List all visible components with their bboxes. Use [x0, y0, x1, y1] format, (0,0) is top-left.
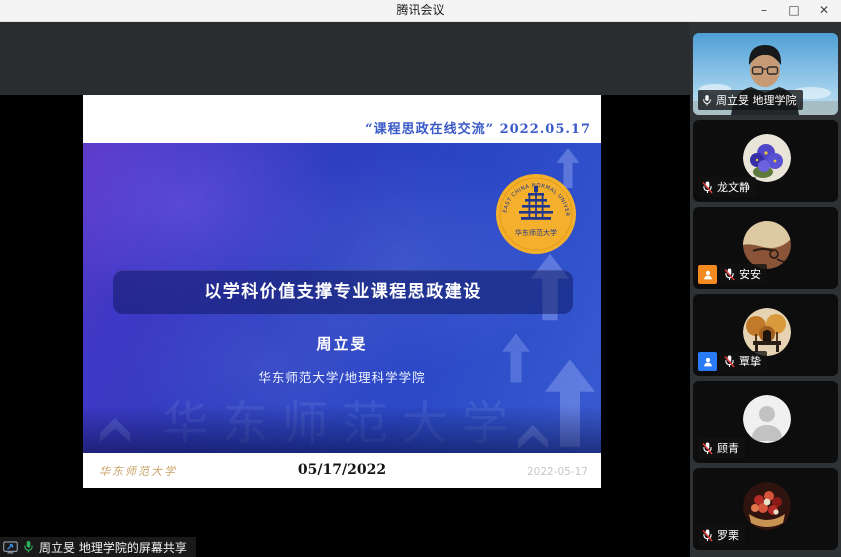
participant-tile[interactable]: 覃挚	[693, 294, 838, 376]
presentation-slide: “课程思政在线交流” 2022.05.17	[83, 95, 601, 488]
participant-name-badge: 周立旻 地理学院	[698, 90, 803, 110]
participant-tile[interactable]: 安安	[693, 207, 838, 289]
minimize-icon[interactable]: –	[753, 0, 775, 22]
person-badge-icon	[698, 265, 717, 284]
slide-header-text: “课程思政在线交流” 2022.05.17	[365, 118, 591, 137]
participant-name: 顾青	[717, 440, 739, 456]
ecnu-logo: EAST CHINA NORMAL UNIVERSITY 华东师范大学	[495, 173, 577, 255]
participant-tile[interactable]: 周立旻 地理学院	[693, 33, 838, 115]
mic-muted-icon	[724, 268, 735, 281]
participant-name: 安安	[739, 266, 761, 282]
mic-icon	[23, 540, 34, 554]
slide-footer-university: 华东师范大学	[99, 463, 177, 479]
meeting-window: 腾讯会议 – □ ✕ “课程思政在线交流” 2022.05.17	[0, 0, 841, 557]
avatar	[743, 482, 791, 530]
participant-name: 覃挚	[739, 353, 761, 369]
participant-name: 罗栗	[717, 527, 739, 543]
slide-title-band: 以学科价值支撑专业课程思政建设	[113, 270, 573, 314]
participant-tile[interactable]: 龙文静	[693, 120, 838, 202]
slide-footer-date-alt: 2022-05-17	[527, 466, 588, 478]
mic-muted-icon	[724, 355, 735, 368]
mic-icon	[702, 94, 712, 107]
avatar	[743, 395, 791, 443]
slide-footer-strip: 华东师范大学 05/17/2022 2022-05-17	[83, 453, 601, 488]
person-badge-icon	[698, 352, 717, 371]
participant-tile[interactable]: 顾青	[693, 381, 838, 463]
slide-header-strip: “课程思政在线交流” 2022.05.17	[83, 95, 601, 143]
titlebar: 腾讯会议 – □ ✕	[0, 0, 841, 22]
avatar	[743, 308, 791, 356]
participant-name-badge: 覃挚	[720, 351, 767, 371]
maximize-icon[interactable]: □	[783, 0, 805, 22]
participant-tile[interactable]: 罗栗	[693, 468, 838, 550]
avatar	[743, 221, 791, 269]
screen-share-banner-text: 周立旻 地理学院的屏幕共享	[39, 539, 187, 556]
slide-bottom-shade	[83, 405, 601, 453]
mic-muted-icon	[702, 442, 713, 455]
participant-name-badge: 顾青	[698, 438, 745, 458]
screen-share-icon	[3, 541, 18, 554]
participants-sidebar[interactable]: 周立旻 地理学院	[690, 22, 841, 557]
window-title: 腾讯会议	[0, 0, 841, 22]
mic-muted-icon	[702, 529, 713, 542]
slide-affiliation: 华东师范大学/地理科学学院	[83, 367, 601, 386]
participant-name: 龙文静	[717, 179, 750, 195]
participant-name-badge: 龙文静	[698, 177, 756, 197]
slide-speaker: 周立旻	[83, 333, 601, 354]
window-controls: – □ ✕	[753, 0, 835, 22]
participant-name-badge: 安安	[720, 264, 767, 284]
close-icon[interactable]: ✕	[813, 0, 835, 22]
slide-title: 以学科价值支撑专业课程思政建设	[113, 270, 573, 314]
mic-muted-icon	[702, 181, 713, 194]
participant-name-badge: 罗栗	[698, 525, 745, 545]
slide-body: EAST CHINA NORMAL UNIVERSITY 华东师范大学	[83, 143, 601, 453]
screen-share-banner: 周立旻 地理学院的屏幕共享	[0, 537, 196, 557]
shared-screen-top-strip	[0, 22, 690, 95]
shared-screen-area: “课程思政在线交流” 2022.05.17	[0, 22, 690, 557]
participant-name: 周立旻 地理学院	[716, 92, 797, 108]
avatar	[743, 134, 791, 182]
logo-cn-text: 华东师范大学	[515, 228, 557, 237]
